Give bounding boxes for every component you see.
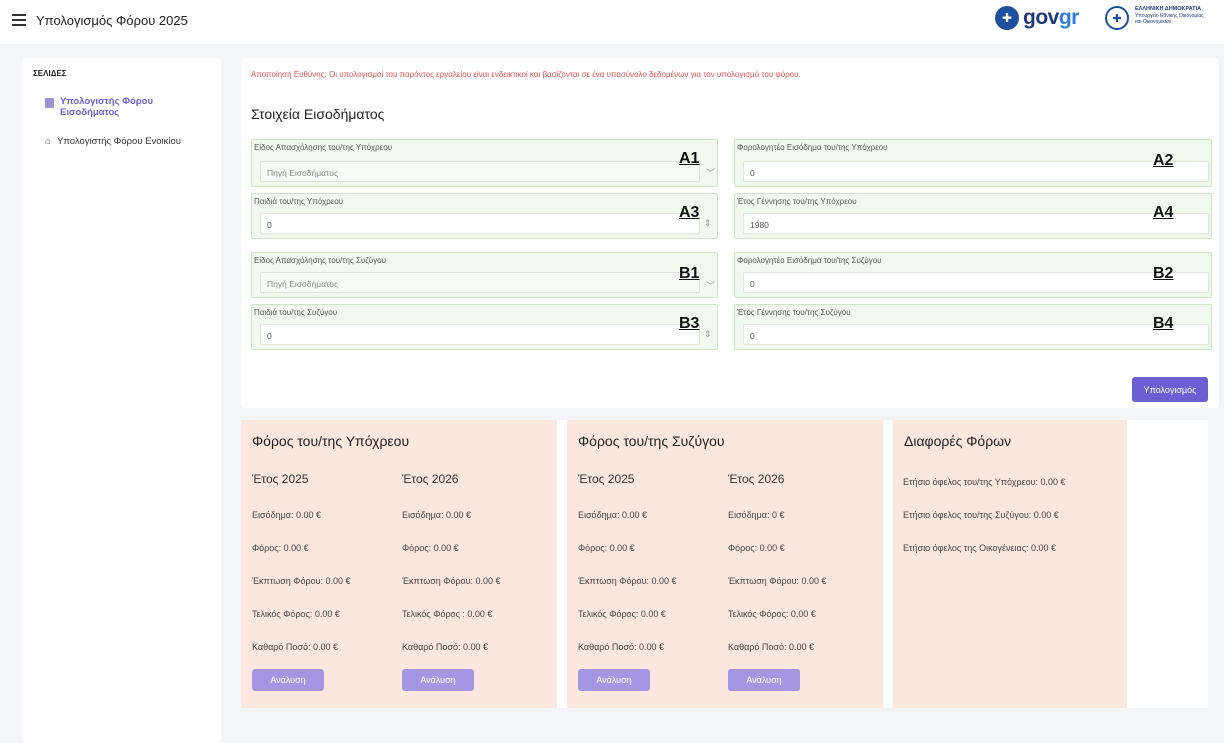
sidebar-item-income-tax[interactable]: Υπολογιστής Φόρου Εισοδήματος	[45, 96, 180, 118]
discount-value: Έκπτωση Φόρου: 0.00 €	[728, 576, 827, 586]
net-amount-value: Καθαρό Ποσό: 0.00 €	[252, 642, 339, 652]
taxable-income-input[interactable]: 0	[743, 161, 1209, 182]
discount-value: Έκπτωση Φόρου: 0.00 €	[402, 576, 501, 586]
spouse-benefit: Ετήσιο όφελος του/της Συζύγου: 0.00 €	[903, 510, 1059, 520]
analysis-button[interactable]: Ανάλυση	[402, 669, 474, 691]
employment-type-select[interactable]: Πηγή Εισοδήματος	[260, 161, 700, 182]
final-tax-value: Τελικός Φόρος : 0.00 €	[402, 609, 493, 619]
birth-year-input[interactable]: 1980	[743, 213, 1209, 234]
field-tag: B3	[679, 315, 700, 332]
ministry-logo: ✚ ΕΛΛΗΝΙΚΗ ΔΗΜΟΚΡΑΤΙΑ Υπουργείο Εθνικής …	[1105, 6, 1215, 30]
panel-title: Φόρος του/της Υπόχρεου	[252, 433, 410, 449]
spouse-birth-year-input[interactable]: 0	[743, 324, 1209, 345]
income-value: Εισόδημα: 0 €	[728, 510, 785, 520]
app-title: Υπολογισμός Φόρου 2025	[36, 13, 188, 28]
year-label: Έτος 2026	[402, 472, 459, 486]
panel-title: Διαφορές Φόρων	[904, 433, 1012, 449]
menu-icon[interactable]	[12, 14, 26, 26]
panel-title: Φόρος του/της Συζύγου	[578, 433, 725, 449]
tax-differences-panel: Διαφορές Φόρων Ετήσιο όφελος του/της Υπό…	[893, 420, 1127, 708]
sidebar: ΣΕΛΙΔΕΣ Υπολογιστής Φόρου Εισοδήματος ⌂ …	[22, 58, 221, 743]
net-amount-value: Καθαρό Ποσό: 0.00 €	[728, 642, 815, 652]
field-a3-children: Παιδιά του/της Υπόχρεου 0	[251, 193, 718, 239]
document-icon	[45, 98, 54, 108]
spouse-children-stepper[interactable]: 0	[260, 324, 700, 345]
field-tag: A4	[1153, 204, 1174, 221]
field-tag: B2	[1153, 265, 1174, 282]
field-a2-taxable-income: Φορολογητέο Εισόδημα του/της Υπόχρεου 0	[734, 139, 1212, 187]
final-tax-value: Τελικός Φόρος: 0.00 €	[578, 609, 666, 619]
year-label: Έτος 2025	[578, 472, 635, 486]
spouse-2025-column: Έτος 2025 Εισόδημα: 0.00 € Φόρος: 0.00 €…	[578, 472, 677, 652]
field-tag: A1	[679, 150, 700, 167]
govgr-emblem-icon: ✚	[995, 6, 1019, 30]
field-tag: A3	[679, 204, 700, 221]
income-value: Εισόδημα: 0.00 €	[252, 510, 321, 520]
net-amount-value: Καθαρό Ποσό: 0.00 €	[578, 642, 665, 652]
spouse-2026-column: Έτος 2026 Εισόδημα: 0 € Φόρος: 0.00 € Έκ…	[728, 472, 827, 652]
spouse-tax-panel: Φόρος του/της Συζύγου Έτος 2025 Εισόδημα…	[567, 420, 883, 708]
field-b2-spouse-taxable-income: Φορολογητέο Εισόδημα του/της Συζύγου 0	[734, 252, 1212, 298]
spouse-taxable-income-input[interactable]: 0	[743, 272, 1209, 293]
discount-value: Έκπτωση Φόρου: 0.00 €	[252, 576, 351, 586]
field-tag: B4	[1153, 315, 1174, 332]
income-value: Εισόδημα: 0.00 €	[402, 510, 471, 520]
sidebar-heading: ΣΕΛΙΔΕΣ	[33, 69, 67, 78]
final-tax-value: Τελικός Φόρος: 0.00 €	[728, 609, 816, 619]
taxpayer-2026-column: Έτος 2026 Εισόδημα: 0.00 € Φόρος: 0.00 €…	[402, 472, 501, 652]
stepper-icon[interactable]: ⇕	[704, 218, 712, 229]
sidebar-item-label: Υπολογιστής Φόρου Εισοδήματος	[60, 96, 153, 118]
chevron-down-icon: ﹀	[706, 168, 716, 178]
spouse-employment-type-select[interactable]: Πηγή Εισοδήματος	[260, 272, 700, 293]
field-a1-employment-type: Είδος Απασχόλησης του/της Υπόχρεου Πηγή …	[251, 139, 718, 187]
greek-emblem-icon: ✚	[1105, 6, 1129, 30]
discount-value: Έκπτωση Φόρου: 0.00 €	[578, 576, 677, 586]
sidebar-item-rent-tax[interactable]: ⌂ Υπολογιστής Φόρου Ενοικίου	[45, 136, 181, 147]
analysis-button[interactable]: Ανάλυση	[252, 669, 324, 691]
family-benefit: Ετήσιο όφελος της Οικογένειας: 0.00 €	[903, 543, 1057, 553]
field-b1-spouse-employment-type: Είδος Απασχόλησης του/της Συζύγου Πηγή Ε…	[251, 252, 718, 298]
chevron-down-icon: ﹀	[706, 281, 716, 291]
field-b4-spouse-birth-year: Έτος Γέννησης του/της Συζύγου 0	[734, 304, 1212, 350]
field-tag: B1	[679, 265, 700, 282]
tax-value: Φόρος: 0.00 €	[578, 543, 635, 553]
field-b3-spouse-children: Παιδιά του/της Συζύγου 0	[251, 304, 718, 350]
field-tag: A2	[1153, 152, 1174, 169]
govgr-logo[interactable]: ✚ govgr	[995, 6, 1079, 30]
income-value: Εισόδημα: 0.00 €	[578, 510, 647, 520]
home-icon: ⌂	[45, 136, 52, 147]
children-stepper[interactable]: 0	[260, 213, 700, 234]
tax-value: Φόρος: 0.00 €	[252, 543, 309, 553]
top-bar: Υπολογισμός Φόρου 2025 ✚ govgr ✚ ΕΛΛΗΝΙΚ…	[0, 0, 1224, 44]
analysis-button[interactable]: Ανάλυση	[578, 669, 650, 691]
disclaimer: Αποποίηση Ευθύνης: Οι υπολογισμοί του πα…	[251, 70, 801, 79]
section-title: Στοιχεία Εισοδήματος	[251, 106, 385, 122]
stepper-icon[interactable]: ⇕	[704, 329, 712, 340]
taxpayer-benefit: Ετήσιο όφελος του/της Υπόχρεου: 0.00 €	[903, 477, 1066, 487]
tax-value: Φόρος: 0.00 €	[728, 543, 785, 553]
analysis-button[interactable]: Ανάλυση	[728, 669, 800, 691]
taxpayer-2025-column: Έτος 2025 Εισόδημα: 0.00 € Φόρος: 0.00 €…	[252, 472, 351, 652]
calculate-button[interactable]: Υπολογισμός	[1132, 377, 1208, 402]
tax-value: Φόρος: 0.00 €	[402, 543, 459, 553]
sidebar-item-label: Υπολογιστής Φόρου Ενοικίου	[57, 136, 181, 147]
final-tax-value: Τελικός Φόρος: 0.00 €	[252, 609, 340, 619]
field-a4-birth-year: Έτος Γέννησης του/της Υπόχρεου 1980	[734, 193, 1212, 239]
net-amount-value: Καθαρό Ποσό: 0.00 €	[402, 642, 489, 652]
year-label: Έτος 2025	[252, 472, 309, 486]
taxpayer-tax-panel: Φόρος του/της Υπόχρεου Έτος 2025 Εισόδημ…	[241, 420, 557, 708]
year-label: Έτος 2026	[728, 472, 785, 486]
